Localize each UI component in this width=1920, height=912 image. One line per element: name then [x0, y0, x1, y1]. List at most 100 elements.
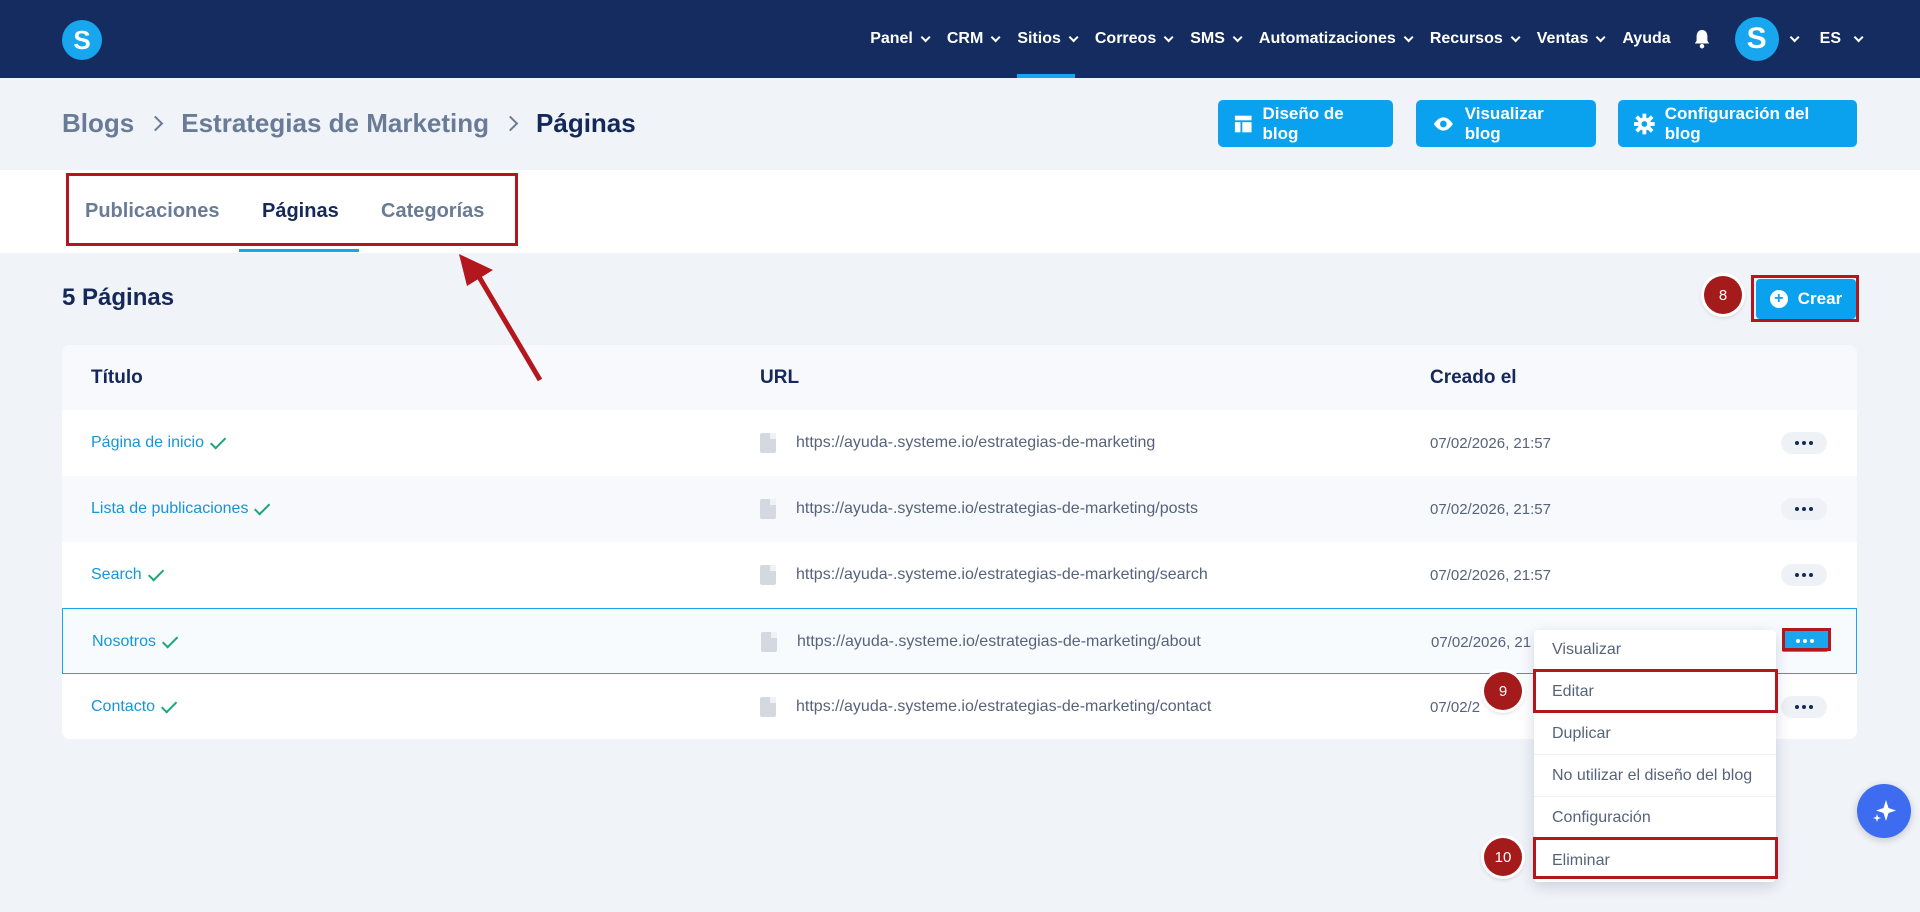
gear-icon [1634, 113, 1655, 134]
row-url: https://ayuda-.systeme.io/estrategias-de… [796, 566, 1208, 583]
nav-label: Panel [870, 30, 913, 47]
more-actions-button[interactable] [1781, 498, 1827, 520]
row-url: https://ayuda-.systeme.io/estrategias-de… [796, 500, 1198, 517]
tab-publicaciones[interactable]: Publicaciones [85, 170, 220, 253]
created-date: 07/02/2026, 21:57 [1430, 566, 1551, 584]
nav-item-sms[interactable]: SMS [1190, 0, 1243, 78]
nav-item-sitios[interactable]: Sitios [1017, 0, 1079, 78]
copy-icon[interactable] [760, 697, 776, 717]
table-row: Página de inicio https://ayuda-.systeme.… [62, 410, 1857, 476]
menu-item-configuracion[interactable]: Configuración [1534, 798, 1776, 839]
nav-label: Ventas [1536, 30, 1589, 47]
chevron-down-icon[interactable] [1789, 31, 1800, 42]
bell-icon[interactable] [1693, 28, 1711, 50]
chevron-down-icon [990, 31, 1001, 42]
chevron-down-icon [1596, 31, 1606, 42]
language-selector[interactable]: ES [1819, 30, 1864, 48]
row-url: https://ayuda-.systeme.io/estrategias-de… [797, 633, 1201, 650]
tab-paginas[interactable]: Páginas [262, 170, 339, 253]
copy-icon[interactable] [761, 632, 777, 652]
layout-icon [1234, 115, 1252, 132]
chevron-down-icon [1163, 31, 1174, 42]
more-actions-button[interactable] [1781, 696, 1827, 718]
nav-label: Automatizaciones [1258, 30, 1396, 47]
avatar[interactable]: S [1734, 17, 1779, 61]
row-url: https://ayuda-.systeme.io/estrategias-de… [796, 434, 1156, 451]
breadcrumb: Blogs Estrategias de Marketing Páginas [62, 108, 636, 139]
menu-item-eliminar[interactable]: Eliminar [1534, 840, 1776, 881]
menu-item-no-blog-layout[interactable]: No utilizar el diseño del blog [1534, 756, 1776, 797]
more-actions-button[interactable] [1781, 564, 1827, 586]
page-url: https://ayuda-.systeme.io/estrategias-de… [760, 542, 1208, 608]
chevron-down-icon [1232, 31, 1243, 42]
nav-label: Correos [1094, 30, 1157, 47]
nav-item-automatizaciones[interactable]: Automatizaciones [1258, 0, 1414, 78]
nav-item-ayuda[interactable]: Ayuda [1622, 0, 1670, 78]
page-title-link[interactable]: Lista de publicaciones [91, 476, 271, 542]
step-badge: 10 [1484, 838, 1522, 876]
nav-item-correos[interactable]: Correos [1094, 0, 1174, 78]
chevron-down-icon [1403, 31, 1414, 42]
check-icon [147, 564, 164, 582]
breadcrumb-blogs[interactable]: Blogs [62, 108, 134, 139]
active-tab-indicator [239, 249, 359, 252]
chevron-down-icon [920, 31, 931, 42]
breadcrumb-blog-name[interactable]: Estrategias de Marketing [181, 108, 489, 139]
bell-icon-svg [1694, 30, 1709, 49]
check-icon [209, 432, 227, 450]
column-header-title: Título [91, 366, 143, 388]
pages-count-title: 5 Páginas [62, 284, 175, 311]
nav-item-panel[interactable]: Panel [870, 0, 931, 78]
row-title: Contacto [91, 698, 156, 715]
button-label: Crear [1797, 289, 1843, 308]
create-page-button[interactable]: + Crear [1756, 279, 1856, 319]
button-label: Visualizar blog [1464, 103, 1544, 143]
chevron-down-icon [1510, 31, 1521, 42]
row-title: Lista de publicaciones [91, 500, 249, 517]
column-header-created: Creado el [1430, 366, 1517, 388]
tab-categorias[interactable]: Categorías [381, 170, 484, 253]
blog-settings-button[interactable]: Configuración del blog [1618, 100, 1857, 147]
nav-label: Sitios [1017, 30, 1061, 47]
menu-item-visualizar[interactable]: Visualizar [1534, 630, 1776, 671]
plus-circle-icon: + [1769, 290, 1788, 308]
copy-icon[interactable] [760, 433, 776, 453]
systeme-logo[interactable]: S [62, 20, 102, 60]
preview-blog-button[interactable]: Visualizar blog [1416, 100, 1596, 147]
page-url: https://ayuda-.systeme.io/estrategias-de… [760, 476, 1198, 542]
sparkle-icon [1873, 800, 1896, 822]
check-icon [161, 696, 178, 714]
step-badge: 9 [1484, 672, 1522, 710]
check-icon [162, 631, 179, 649]
row-url: https://ayuda-.systeme.io/estrategias-de… [796, 698, 1212, 715]
tab-bar: Publicaciones Páginas Categorías [0, 170, 1920, 253]
nav-item-recursos[interactable]: Recursos [1430, 0, 1521, 78]
page-title-link[interactable]: Contacto [91, 674, 178, 740]
annotation-arrow [459, 254, 543, 382]
chevron-down-icon [1068, 31, 1079, 42]
nav-item-ventas[interactable]: Ventas [1536, 0, 1606, 78]
top-navigation-bar: S Panel CRM Sitios Correos SMS Automatiz… [0, 0, 1920, 78]
nav-item-crm[interactable]: CRM [946, 0, 1001, 78]
button-label: Configuración del blog [1664, 103, 1810, 143]
blog-layout-button[interactable]: Diseño de blog [1218, 100, 1393, 147]
more-actions-button[interactable] [1782, 630, 1828, 652]
menu-item-duplicar[interactable]: Duplicar [1534, 714, 1776, 755]
page-title: Páginas [536, 108, 636, 138]
menu-item-editar[interactable]: Editar [1534, 672, 1776, 713]
copy-icon[interactable] [760, 565, 776, 585]
copy-icon[interactable] [760, 499, 776, 519]
nav-label: CRM [946, 30, 984, 47]
page-title-link[interactable]: Página de inicio [91, 410, 227, 476]
page-title-link[interactable]: Search [91, 542, 164, 608]
page-title-link[interactable]: Nosotros [92, 609, 179, 675]
main-nav: Panel CRM Sitios Correos SMS Automatizac… [850, 0, 1864, 78]
page-url: https://ayuda-.systeme.io/estrategias-de… [760, 674, 1211, 740]
button-label: Diseño de blog [1262, 103, 1344, 143]
ai-assistant-button[interactable] [1857, 784, 1911, 838]
language-label: ES [1819, 30, 1841, 47]
table-row: Lista de publicaciones https://ayuda-.sy… [62, 476, 1857, 542]
check-icon [254, 498, 271, 516]
more-actions-button[interactable] [1781, 432, 1827, 454]
chevron-right-icon [502, 115, 519, 132]
